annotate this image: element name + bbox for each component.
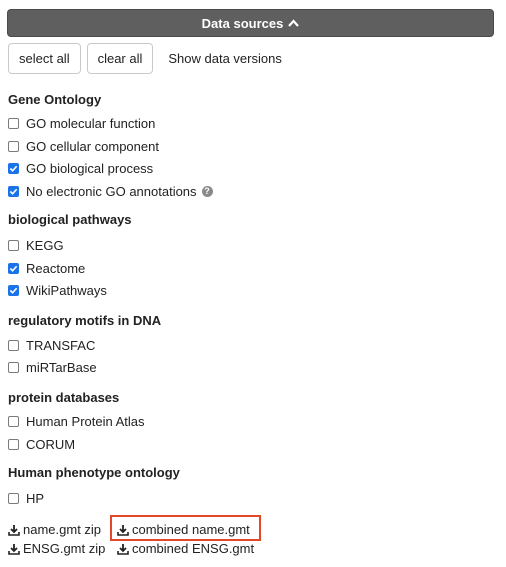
option-label: Reactome [26,260,86,276]
option-label: KEGG [26,237,64,253]
download-icon [8,524,20,536]
help-icon[interactable]: ? [201,185,213,197]
check-icon [9,165,18,172]
checkbox[interactable] [8,117,19,129]
section-title-gene-ontology: Gene Ontology [8,92,102,107]
option-label: GO molecular function [26,115,156,131]
download-ensg-gmt-zip[interactable]: ENSG.gmt zip [8,541,105,556]
option-label: TRANSFAC [26,337,96,353]
checkbox[interactable] [8,438,19,450]
option-kegg[interactable]: KEGG [8,237,64,253]
download-label: combined name.gmt [132,522,250,537]
download-icon [117,524,129,536]
show-data-versions-link[interactable]: Show data versions [168,51,281,66]
checkbox-checked[interactable] [8,284,19,296]
download-label: name.gmt zip [23,522,102,537]
option-reactome[interactable]: Reactome [8,260,85,276]
option-label: GO cellular component [26,138,159,154]
option-go-biological-process[interactable]: GO biological process [8,160,153,176]
option-label: CORUM [26,436,76,452]
download-combined-name-gmt[interactable]: combined name.gmt [117,522,250,537]
download-name-gmt-zip[interactable]: name.gmt zip [8,522,101,537]
option-mirtarbase[interactable]: miRTarBase [8,359,97,375]
checkbox-checked[interactable] [8,262,19,274]
section-title-regulatory-motifs: regulatory motifs in DNA [8,313,162,328]
data-sources-header[interactable]: Data sources [7,9,494,37]
section-title-protein-databases: protein databases [8,390,120,405]
checkbox[interactable] [8,239,19,251]
download-combined-ensg-gmt[interactable]: combined ENSG.gmt [117,541,254,556]
option-no-electronic-go-annotations[interactable]: No electronic GO annotations ? [8,183,213,199]
check-icon [9,265,18,272]
option-label: Human Protein Atlas [26,413,145,429]
option-human-protein-atlas[interactable]: Human Protein Atlas [8,413,145,429]
header-title: Data sources [201,15,284,31]
option-label: HP [26,490,45,506]
option-label: No electronic GO annotations [26,183,197,199]
download-label: combined ENSG.gmt [132,541,255,556]
select-all-button[interactable]: select all [8,43,81,74]
option-label: GO biological process [26,160,154,176]
checkbox[interactable] [8,339,19,351]
download-label: ENSG.gmt zip [23,541,106,556]
checkbox[interactable] [8,140,19,152]
checkbox-checked[interactable] [8,185,19,197]
section-title-biological-pathways: biological pathways [8,212,132,227]
download-icon [117,543,129,555]
option-label: WikiPathways [26,282,107,298]
download-icon [8,543,20,555]
check-icon [9,188,18,195]
chevron-up-icon [288,19,300,27]
checkbox[interactable] [8,415,19,427]
clear-all-button[interactable]: clear all [86,43,154,74]
option-go-cellular-component[interactable]: GO cellular component [8,138,159,154]
option-corum[interactable]: CORUM [8,436,75,452]
checkbox[interactable] [8,492,19,504]
option-label: miRTarBase [26,359,97,375]
option-transfac[interactable]: TRANSFAC [8,337,95,353]
option-go-molecular-function[interactable]: GO molecular function [8,115,155,131]
option-hp[interactable]: HP [8,490,44,506]
section-title-human-phenotype-ontology: Human phenotype ontology [8,465,180,480]
option-wikipathways[interactable]: WikiPathways [8,282,107,298]
checkbox-checked[interactable] [8,162,19,174]
check-icon [9,287,18,294]
checkbox[interactable] [8,361,19,373]
toolbar: select all clear all Show data versions [8,43,282,74]
